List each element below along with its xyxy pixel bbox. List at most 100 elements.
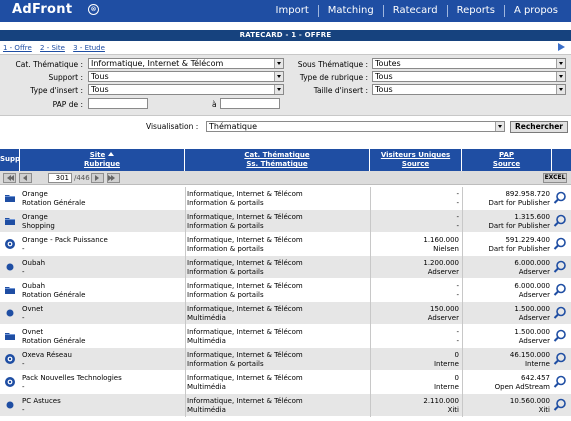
visitors-cell: 1.200.000 Adserver: [423, 259, 459, 277]
magnifier-icon[interactable]: [553, 237, 567, 251]
cat-cell: Informatique, Internet & Télécom Multiméd…: [187, 328, 303, 346]
filter-panel: Cat. Thématique : Informatique, Internet…: [0, 54, 571, 116]
magnifier-icon[interactable]: [553, 329, 567, 343]
nav-reports[interactable]: Reports: [446, 5, 504, 17]
table-row[interactable]: Orange - Pack Puissance - Informatique, In…: [0, 233, 571, 256]
magnifier-icon[interactable]: [553, 375, 567, 389]
visitors-source: Xiti: [447, 406, 459, 414]
pagination-bar: 301 /446 EXCEL: [0, 171, 571, 185]
dot-icon: [4, 261, 16, 273]
breadcrumb-steps: 1 - Offre 2 - Site 3 - Etude: [3, 44, 111, 52]
rubrique-name: -: [22, 406, 25, 414]
magnifier-icon[interactable]: [553, 283, 567, 297]
visitors-value: -: [456, 282, 459, 290]
pap-value: 1.500.000: [514, 305, 550, 313]
first-page-icon[interactable]: [3, 173, 16, 183]
column-divider: [185, 210, 186, 233]
step-site[interactable]: 2 - Site: [40, 44, 65, 52]
magnifier-icon[interactable]: [553, 306, 567, 320]
folder-icon: [4, 330, 16, 342]
table-row[interactable]: Oubah - Informatique, Internet & Télécom In…: [0, 256, 571, 279]
pap-source: Open AdStream: [494, 383, 550, 391]
sscat-name: Information & portails: [187, 360, 264, 368]
column-divider: [370, 394, 371, 417]
table-row[interactable]: PC Astuces - Informatique, Internet & Télé…: [0, 394, 571, 417]
pap-cell: 6.000.000 Adserver: [514, 259, 550, 277]
visualisation-select[interactable]: Thématique: [206, 121, 505, 132]
site-name: Ovnet: [22, 328, 44, 336]
site-cell: Pack Nouvelles Technologies -: [22, 374, 122, 392]
cat-cell: Informatique, Internet & Télécom Multiméd…: [187, 305, 303, 323]
magnifier-icon[interactable]: [553, 260, 567, 274]
folder-icon: [4, 284, 16, 296]
sous-select[interactable]: Toutes: [372, 58, 566, 69]
table-row[interactable]: Oubah Rotation Générale Informatique, Inte…: [0, 279, 571, 302]
site-name: Orange: [22, 213, 48, 221]
col-visitors[interactable]: Visiteurs Uniques Source: [370, 149, 462, 171]
type-rub-select[interactable]: Tous: [372, 71, 566, 82]
site-cell: Oubah -: [22, 259, 45, 277]
table-row[interactable]: Orange Rotation Générale Informatique, Int…: [0, 187, 571, 210]
table-row[interactable]: Orange Shopping Informatique, Internet & T…: [0, 210, 571, 233]
type-insert-select[interactable]: Tous: [88, 84, 284, 95]
page-title: RATECARD - 1 - OFFRE: [0, 30, 571, 41]
col-pap[interactable]: PAP Source: [462, 149, 552, 171]
pap-from-input[interactable]: [88, 98, 148, 109]
cat-name: Informatique, Internet & Télécom: [187, 328, 303, 336]
magnifier-icon[interactable]: [553, 352, 567, 366]
support-select[interactable]: Tous: [88, 71, 284, 82]
search-button[interactable]: Rechercher: [510, 121, 568, 133]
visitors-cell: 150.000 Adserver: [428, 305, 459, 323]
support-label: Support :: [48, 73, 83, 82]
column-divider: [370, 302, 371, 325]
nav-ratecard[interactable]: Ratecard: [382, 5, 447, 17]
table-row[interactable]: Ovnet Rotation Générale Informatique, Inte…: [0, 325, 571, 348]
visitors-source: -: [456, 337, 459, 345]
col-cat[interactable]: Cat. Thématique Ss. Thématique: [185, 149, 370, 171]
col-rubrique-label: Rubrique: [84, 160, 120, 168]
table-row[interactable]: Pack Nouvelles Technologies - Informatique…: [0, 371, 571, 394]
col-vis-src-label: Source: [401, 160, 430, 168]
table-row[interactable]: Ovnet - Informatique, Internet & Télécom Mu…: [0, 302, 571, 325]
site-name: Ovnet: [22, 305, 44, 313]
logout-icon[interactable]: ⊗: [88, 4, 99, 15]
page-number-input[interactable]: 301: [48, 173, 72, 183]
step-offre[interactable]: 1 - Offre: [3, 44, 32, 52]
visitors-value: 0: [454, 374, 459, 382]
prev-page-icon[interactable]: [19, 173, 32, 183]
pap-to-input[interactable]: [220, 98, 280, 109]
table-row[interactable]: Oxeva Réseau - Informatique, Internet & Té…: [0, 348, 571, 371]
cat-name: Informatique, Internet & Télécom: [187, 190, 303, 198]
taille-select[interactable]: Tous: [372, 84, 566, 95]
next-step-icon[interactable]: [558, 43, 565, 51]
visitors-source: Interne: [433, 360, 459, 368]
dot-icon: [4, 399, 16, 411]
rubrique-name: Shopping: [22, 222, 55, 230]
col-supp[interactable]: Supp: [0, 149, 20, 171]
visitors-source: Nielsen: [433, 245, 459, 253]
last-page-icon[interactable]: [107, 173, 120, 183]
taille-value: Tous: [375, 85, 393, 94]
type-insert-label: Type d'insert :: [30, 86, 83, 95]
magnifier-icon[interactable]: [553, 214, 567, 228]
cat-cell: Informatique, Internet & Télécom Informat…: [187, 190, 303, 208]
cat-cell: Informatique, Internet & Télécom Informat…: [187, 236, 303, 254]
nav-matching[interactable]: Matching: [317, 5, 383, 17]
column-divider: [370, 210, 371, 233]
next-page-icon[interactable]: [91, 173, 104, 183]
visitors-value: 1.160.000: [423, 236, 459, 244]
magnifier-icon[interactable]: [553, 191, 567, 205]
cat-select[interactable]: Informatique, Internet & Télécom: [88, 58, 284, 69]
cat-cell: Informatique, Internet & Télécom Informat…: [187, 282, 303, 300]
magnifier-icon[interactable]: [553, 398, 567, 412]
excel-export-button[interactable]: EXCEL: [543, 173, 567, 183]
col-site[interactable]: Site Rubrique: [20, 149, 185, 171]
pap-value: 6.000.000: [514, 282, 550, 290]
cat-name: Informatique, Internet & Télécom: [187, 236, 303, 244]
type-rub-label: Type de rubrique :: [299, 73, 368, 82]
column-divider: [370, 256, 371, 279]
column-divider: [370, 348, 371, 371]
step-etude[interactable]: 3 - Etude: [73, 44, 105, 52]
nav-apropos[interactable]: A propos: [503, 5, 567, 17]
nav-import[interactable]: Import: [267, 5, 318, 17]
